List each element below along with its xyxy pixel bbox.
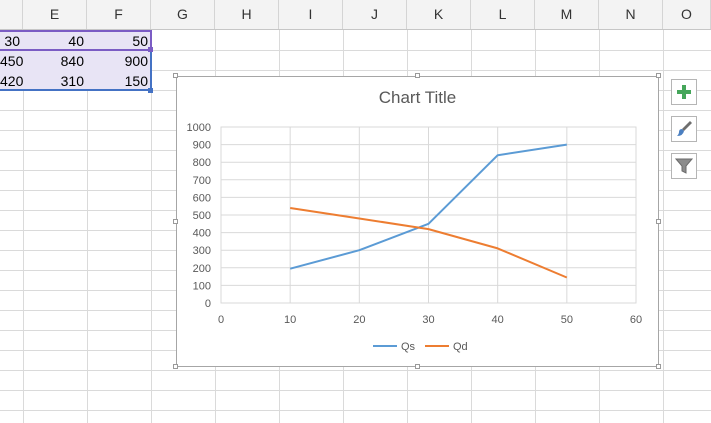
y-tick-label: 300 [193,245,211,257]
paintbrush-icon [677,121,692,136]
y-tick-label: 400 [193,228,211,240]
y-tick-label: 1000 [187,122,211,134]
chart-elements-button[interactable] [671,79,697,105]
y-tick-label: 900 [193,140,211,152]
x-tick-label: 50 [561,314,573,326]
x-tick-label: 40 [492,314,504,326]
x-tick-label: 60 [630,314,642,326]
y-tick-label: 700 [193,175,211,187]
legend-label-qs: Qs [401,341,416,353]
x-tick-label: 30 [422,314,434,326]
y-tick-label: 800 [193,157,211,169]
chart-filters-button[interactable] [671,153,697,179]
x-tick-label: 0 [218,314,224,326]
x-tick-label: 20 [353,314,365,326]
y-tick-label: 600 [193,192,211,204]
y-tick-label: 200 [193,263,211,275]
chart-styles-button[interactable] [671,116,697,142]
filter-icon [674,158,694,174]
legend-label-qd: Qd [453,341,468,353]
line-chart[interactable]: 0 100 200 300 400 500 600 700 800 900 1000 0 10 20 30 4… [0,0,711,423]
y-tick-label: 100 [193,280,211,292]
plus-icon [677,85,691,99]
y-tick-label: 0 [205,298,211,310]
y-tick-label: 500 [193,210,211,222]
spreadsheet[interactable]: E F G H I J K L M N O 30 40 50 450 840 9… [0,0,711,423]
x-tick-label: 10 [284,314,296,326]
